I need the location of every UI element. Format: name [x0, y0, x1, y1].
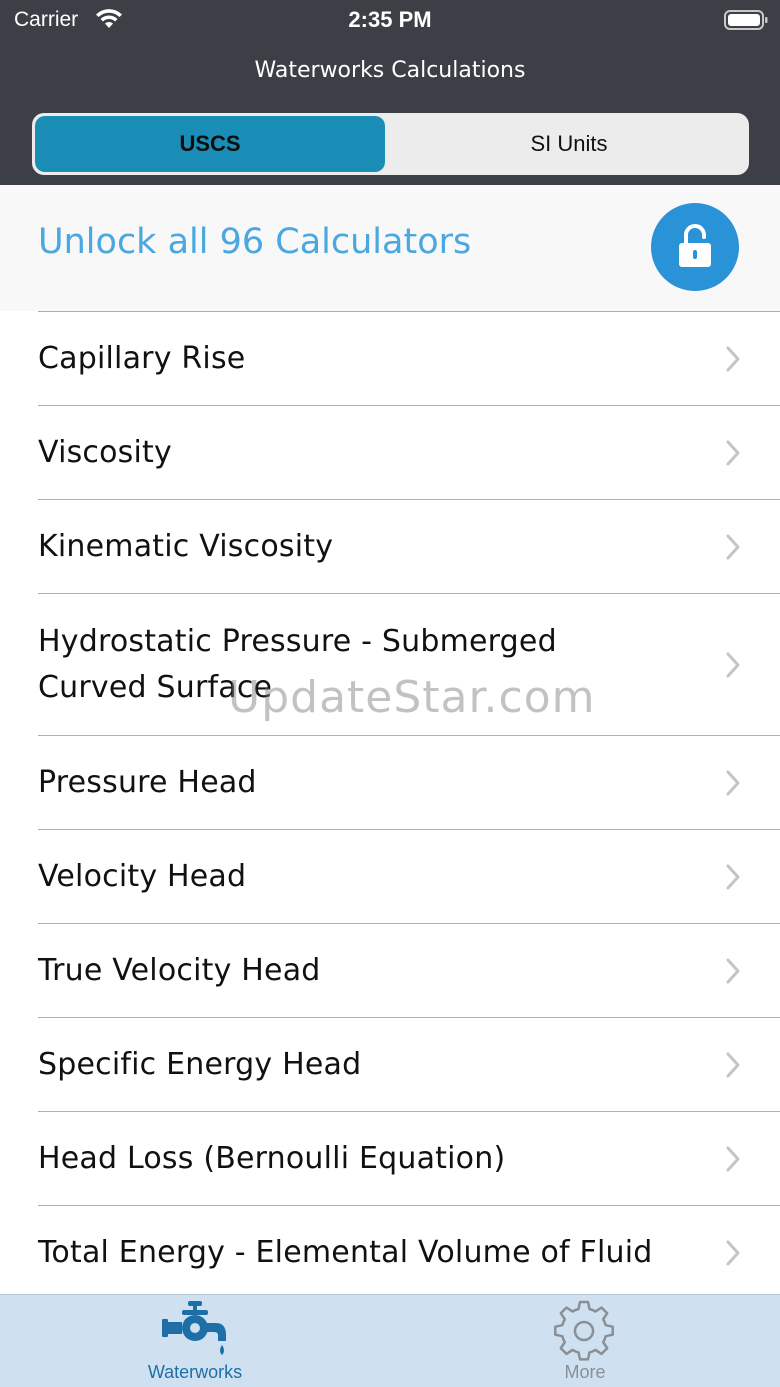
list-item[interactable]: Pressure Head: [38, 735, 780, 829]
chevron-right-icon: [726, 864, 740, 890]
units-segmented-control: USCS SI Units: [32, 113, 749, 175]
list-item-label: Velocity Head: [38, 859, 247, 894]
list-item-label: Pressure Head: [38, 765, 257, 800]
tab-label: More: [564, 1362, 606, 1382]
list-item[interactable]: Total Energy - Elemental Volume of Fluid: [38, 1205, 780, 1299]
list-item-label: Kinematic Viscosity: [38, 529, 334, 564]
gear-icon: [554, 1300, 614, 1361]
tab-bar: Waterworks More: [0, 1294, 780, 1387]
chevron-right-icon: [726, 958, 740, 984]
list-item[interactable]: Velocity Head: [38, 829, 780, 923]
chevron-right-icon: [726, 1240, 740, 1266]
calculator-list: Capillary Rise Viscosity Kinematic Visco…: [0, 311, 780, 1299]
list-item[interactable]: Capillary Rise: [38, 311, 780, 405]
tab-waterworks[interactable]: Waterworks: [0, 1295, 390, 1387]
unlock-icon: [679, 224, 711, 267]
chevron-right-icon: [726, 534, 740, 560]
chevron-right-icon: [726, 346, 740, 372]
list-item-label: Viscosity: [38, 435, 172, 470]
chevron-right-icon: [726, 652, 740, 678]
page-title: Waterworks Calculations: [254, 58, 526, 83]
list-item[interactable]: Specific Energy Head: [38, 1017, 780, 1111]
list-item[interactable]: Kinematic Viscosity: [38, 499, 780, 593]
unlock-button[interactable]: [651, 203, 739, 291]
watermark: UpdateStar.com: [228, 672, 596, 723]
list-item-label: Total Energy - Elemental Volume of Fluid: [38, 1235, 653, 1270]
status-bar: Carrier 2:35 PM: [0, 0, 780, 40]
list-item-label: True Velocity Head: [38, 953, 321, 988]
chevron-right-icon: [726, 440, 740, 466]
tab-label: Waterworks: [147, 1362, 243, 1382]
battery-icon: [724, 10, 768, 30]
list-item[interactable]: Head Loss (Bernoulli Equation): [38, 1111, 780, 1205]
header: Carrier 2:35 PM Waterworks Calculations …: [0, 0, 780, 185]
segment-uscs[interactable]: USCS: [35, 116, 385, 172]
chevron-right-icon: [726, 1146, 740, 1172]
clock: 2:35 PM: [348, 7, 432, 32]
list-item-label: Specific Energy Head: [38, 1047, 362, 1082]
list-item-label: Head Loss (Bernoulli Equation): [38, 1141, 506, 1176]
chevron-right-icon: [726, 1052, 740, 1078]
list-item-label: Capillary Rise: [38, 341, 246, 376]
faucet-icon: [162, 1301, 226, 1355]
chevron-right-icon: [726, 770, 740, 796]
unlock-banner-text[interactable]: Unlock all 96 Calculators: [38, 222, 471, 262]
list-item[interactable]: True Velocity Head: [38, 923, 780, 1017]
segment-si-units[interactable]: SI Units: [394, 116, 744, 172]
list-item[interactable]: Viscosity: [38, 405, 780, 499]
tab-more[interactable]: More: [390, 1295, 780, 1387]
